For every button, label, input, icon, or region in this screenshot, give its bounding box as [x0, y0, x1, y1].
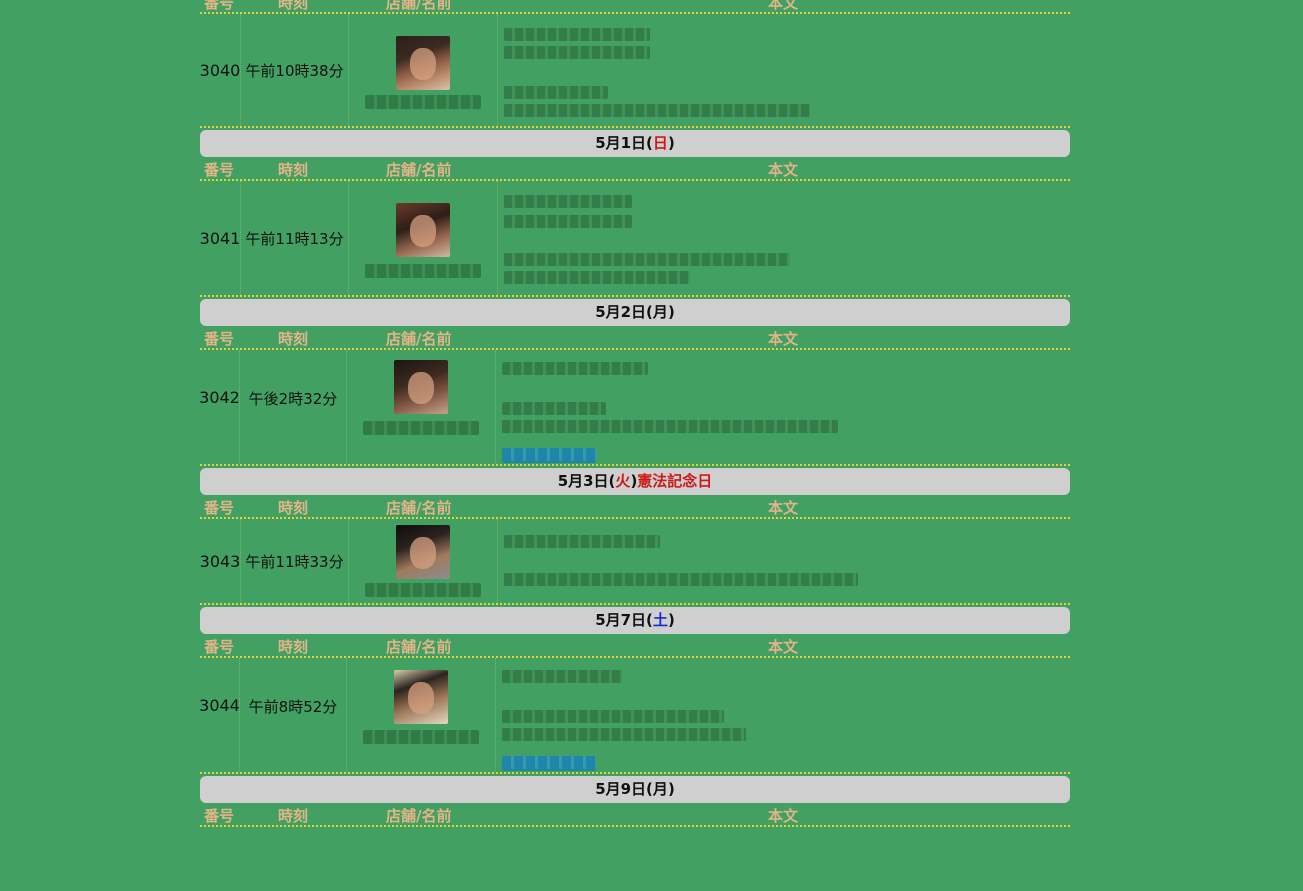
date-bar: 5月7日(土): [200, 607, 1070, 634]
date-bar: 5月9日(月): [200, 776, 1070, 803]
post-body-blurred: [496, 658, 1070, 772]
column-header: 番号 時刻 店舗/名前 本文: [200, 634, 1070, 658]
post-time: 午前8時52分: [240, 658, 347, 772]
author-name-blurred: [365, 583, 481, 597]
header-number: 番号: [204, 0, 235, 12]
post-time: 午前10時38分: [241, 14, 349, 126]
attachment-link-blurred[interactable]: [502, 448, 596, 463]
author-name-blurred: [363, 730, 479, 744]
column-header: 番号 時刻 店舗/名前 本文: [200, 157, 1070, 181]
weekday-label: 土: [652, 611, 668, 629]
post-body-blurred: [498, 181, 1070, 295]
column-header: 番号 時刻 店舗/名前 本文: [200, 495, 1070, 519]
post-number: 3042: [199, 350, 240, 464]
author-avatar: [394, 670, 448, 724]
author-avatar: [396, 203, 450, 257]
weekday-label: 月: [652, 303, 668, 321]
header-shop-name: 店舗/名前: [386, 0, 452, 12]
post-author: [349, 14, 498, 126]
weekday-label: 日: [652, 134, 668, 152]
column-header: 番号 時刻 店舗/名前 本文: [200, 0, 1070, 14]
weekday-label: 火: [615, 472, 631, 490]
post-number: 3043: [200, 519, 241, 603]
header-time: 時刻: [278, 0, 309, 12]
post-time: 午前11時33分: [241, 519, 349, 603]
weekday-label: 月: [652, 780, 668, 798]
date-bar: 5月1日(日): [200, 130, 1070, 157]
author-name-blurred: [365, 95, 481, 109]
author-avatar: [396, 36, 450, 90]
post-row: 3044 午前8時52分: [199, 658, 1070, 774]
column-header: 番号 時刻 店舗/名前 本文: [200, 326, 1070, 350]
post-time: 午前11時13分: [241, 181, 349, 295]
date-bar: 5月2日(月): [200, 299, 1070, 326]
author-avatar: [394, 360, 448, 414]
date-bar: 5月3日(火)憲法記念日: [200, 468, 1070, 495]
column-header: 番号 時刻 店舗/名前 本文: [200, 803, 1070, 827]
author-avatar: [396, 525, 450, 579]
author-name-blurred: [363, 421, 479, 435]
post-time: 午後2時32分: [240, 350, 347, 464]
post-author: [349, 519, 498, 603]
post-row: 3041 午前11時13分: [200, 181, 1070, 297]
post-author: [347, 350, 496, 464]
post-number: 3041: [200, 181, 241, 295]
author-name-blurred: [365, 264, 481, 278]
post-number: 3044: [199, 658, 240, 772]
post-row: 3043 午前11時33分: [200, 519, 1070, 605]
holiday-label: 憲法記念日: [637, 472, 713, 490]
attachment-link-blurred[interactable]: [502, 756, 596, 771]
post-author: [347, 658, 496, 772]
header-body: 本文: [768, 0, 799, 12]
post-author: [349, 181, 498, 295]
post-body-blurred: [498, 519, 1070, 603]
post-row: 3042 午後2時32分: [199, 350, 1070, 466]
bbs-board: 番号 時刻 店舗/名前 本文 3040 午前10時38分 5月1日(日) 番号 …: [199, 0, 1070, 827]
post-body-blurred: [496, 350, 1070, 464]
post-row: 3040 午前10時38分: [200, 14, 1070, 128]
post-body-blurred: [498, 14, 1070, 126]
post-number: 3040: [200, 14, 241, 126]
